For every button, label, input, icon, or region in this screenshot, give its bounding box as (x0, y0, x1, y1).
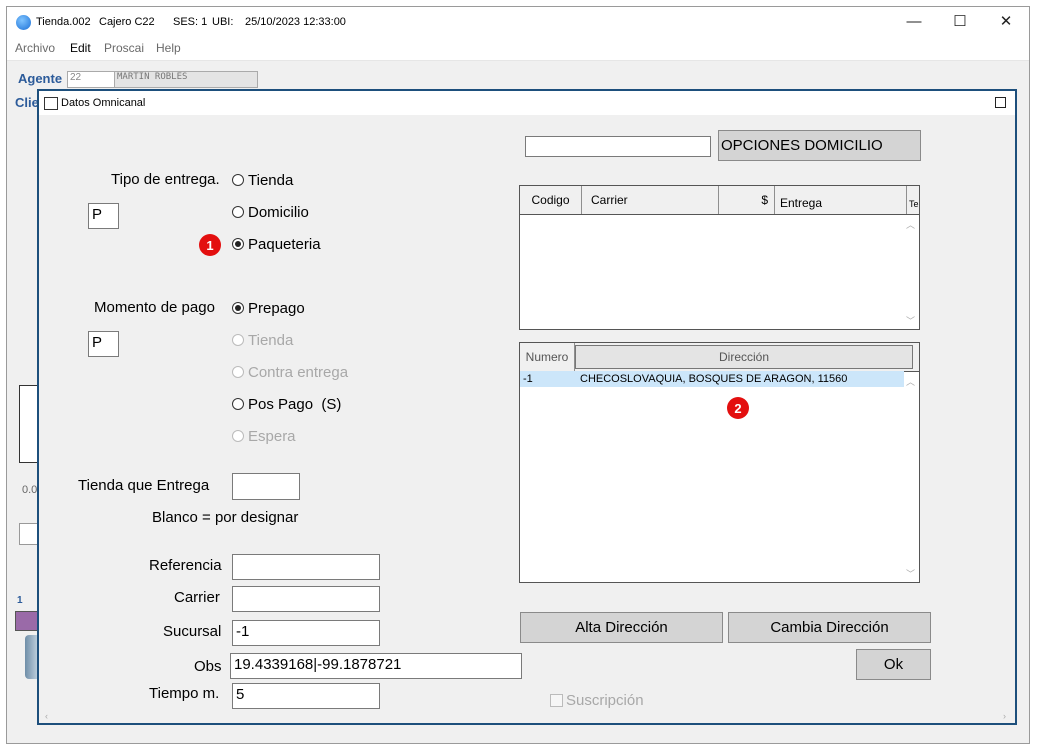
momento-pago-code-field[interactable]: P (88, 331, 119, 357)
carrier-label: Carrier (174, 589, 220, 606)
address-table: Numero Dirección -1 CHECOSLOVAQUIA, BOSQ… (519, 342, 920, 583)
agent-label: Agente (18, 71, 63, 86)
search-field[interactable] (525, 136, 711, 157)
maximize-button[interactable]: ☐ (943, 11, 977, 33)
momento-pago-label: Momento de pago (94, 299, 215, 316)
scroll-left-icon[interactable]: ‹ (45, 711, 48, 721)
menu-proscai[interactable]: Proscai (104, 41, 144, 55)
scroll-right-icon[interactable]: › (1003, 711, 1006, 721)
radio-pago-prepago[interactable]: Prepago (232, 297, 305, 319)
radio-circle (232, 398, 244, 410)
cashier-label: Cajero C22 (99, 16, 155, 28)
radio-circle (232, 430, 244, 442)
radio-entrega-domicilio-label: Domicilio (248, 203, 309, 221)
minimize-button[interactable]: — (897, 11, 931, 33)
radio-pago-prepago-label: Prepago (248, 299, 305, 317)
row-numero: -1 (523, 373, 533, 385)
scroll-up-icon[interactable]: ︿ (906, 218, 915, 231)
main-window: Tienda.002 Cajero C22 SES: 1 UBI: 25/10/… (6, 6, 1030, 744)
tienda-entrega-hint: Blanco = por designar (152, 509, 299, 526)
tienda-entrega-label: Tienda que Entrega (78, 477, 210, 494)
radio-pago-pos-pago-label: Pos Pago (S) (248, 395, 342, 413)
radio-entrega-domicilio[interactable]: Domicilio (232, 201, 309, 223)
radio-circle (232, 334, 244, 346)
col-carrier[interactable]: Carrier (582, 186, 719, 214)
menu-bar: Archivo Edit Proscai Help (7, 38, 1029, 61)
col-price[interactable]: $ (719, 186, 775, 214)
tipo-entrega-label: Tipo de entrega. (111, 171, 220, 188)
annotation-badge-2: 2 (727, 397, 749, 419)
window-title: Tienda.002 (36, 16, 91, 28)
col-codigo[interactable]: Codigo (520, 186, 582, 214)
tienda-entrega-field[interactable] (232, 473, 300, 500)
col-numero[interactable]: Numero (520, 343, 575, 371)
dialog-window-icon (44, 97, 58, 110)
close-button[interactable]: ✕ (989, 11, 1023, 33)
dialog-title-bar: Datos Omnicanal (39, 91, 1015, 115)
row-direccion: CHECOSLOVAQUIA, BOSQUES DE ARAGON, 11560 (580, 373, 848, 385)
location-label: UBI: (212, 16, 234, 28)
obs-label: Obs (194, 658, 222, 675)
address-table-header: Numero Dirección (520, 343, 919, 372)
radio-pago-contra-entrega-label: Contra entrega (248, 363, 349, 381)
client-label: Clie (15, 95, 39, 110)
sucursal-label: Sucursal (163, 623, 222, 640)
radio-circle (232, 366, 244, 378)
sucursal-field[interactable]: -1 (232, 620, 380, 646)
col-direccion[interactable]: Dirección (575, 345, 913, 369)
title-bar: Tienda.002 Cajero C22 SES: 1 UBI: 25/10/… (7, 7, 1029, 38)
datetime-label: 25/10/2023 12:33:00 (245, 16, 346, 28)
session-label: SES: 1 (173, 16, 208, 28)
dialog-title: Datos Omnicanal (61, 97, 146, 109)
omnichannel-dialog: Datos Omnicanal Tipo de entrega. P Tiend… (37, 89, 1017, 725)
radio-pago-tienda-label: Tienda (248, 331, 294, 349)
agent-name-field: MARTIN ROBLES (114, 71, 258, 88)
dialog-maximize-icon[interactable] (995, 97, 1006, 108)
obs-field[interactable]: 19.4339168|-99.1878721 (230, 653, 522, 679)
referencia-label: Referencia (149, 557, 222, 574)
radio-pago-espera-label: Espera (248, 427, 296, 445)
ok-button[interactable]: Ok (856, 649, 931, 680)
tiempo-field[interactable]: 5 (232, 683, 380, 709)
radio-entrega-tienda-label: Tienda (248, 171, 294, 189)
referencia-field[interactable] (232, 554, 380, 580)
scroll-up-icon[interactable]: ︿ (906, 375, 915, 388)
radio-pago-tienda: Tienda (232, 329, 293, 351)
table-row[interactable]: -1 CHECOSLOVAQUIA, BOSQUES DE ARAGON, 11… (520, 371, 904, 387)
col-te[interactable]: Te (907, 186, 919, 214)
opciones-domicilio-button[interactable]: OPCIONES DOMICILIO (718, 130, 921, 161)
carrier-field[interactable] (232, 586, 380, 612)
annotation-badge-1: 1 (199, 234, 221, 256)
radio-pago-pos-pago[interactable]: Pos Pago (S) (232, 393, 341, 415)
tipo-entrega-code-field[interactable]: P (88, 203, 119, 229)
scroll-down-icon[interactable]: ﹀ (906, 314, 915, 327)
agent-code-field[interactable]: 22 (67, 71, 115, 88)
scroll-down-icon[interactable]: ﹀ (906, 567, 915, 580)
radio-circle-selected (232, 302, 244, 314)
alta-direccion-button[interactable]: Alta Dirección (520, 612, 723, 643)
suscripcion-label: Suscripción (566, 691, 644, 709)
background-value: 0.0 (22, 484, 38, 496)
carrier-table: Codigo Carrier $ Entrega Te ︿ ﹀ (519, 185, 920, 330)
radio-pago-contra-entrega: Contra entrega (232, 361, 348, 383)
checkbox-box (550, 693, 563, 707)
radio-entrega-paqueteria[interactable]: Paqueteria (232, 233, 321, 255)
col-entrega[interactable]: Entrega (775, 186, 907, 214)
radio-circle (232, 174, 244, 186)
radio-circle-selected (232, 238, 244, 250)
carrier-table-header: Codigo Carrier $ Entrega Te (520, 186, 919, 215)
suscripcion-checkbox: Suscripción (550, 691, 644, 709)
radio-entrega-paqueteria-label: Paqueteria (248, 235, 321, 253)
menu-help[interactable]: Help (156, 41, 181, 55)
menu-archivo[interactable]: Archivo (15, 41, 55, 55)
radio-circle (232, 206, 244, 218)
radio-pago-espera: Espera (232, 425, 296, 447)
background-item: 1 (17, 595, 23, 606)
menu-edit[interactable]: Edit (70, 41, 91, 55)
app-globe-icon (16, 15, 31, 30)
tiempo-label: Tiempo m. (149, 685, 220, 702)
radio-entrega-tienda[interactable]: Tienda (232, 169, 293, 191)
cambia-direccion-button[interactable]: Cambia Dirección (728, 612, 931, 643)
